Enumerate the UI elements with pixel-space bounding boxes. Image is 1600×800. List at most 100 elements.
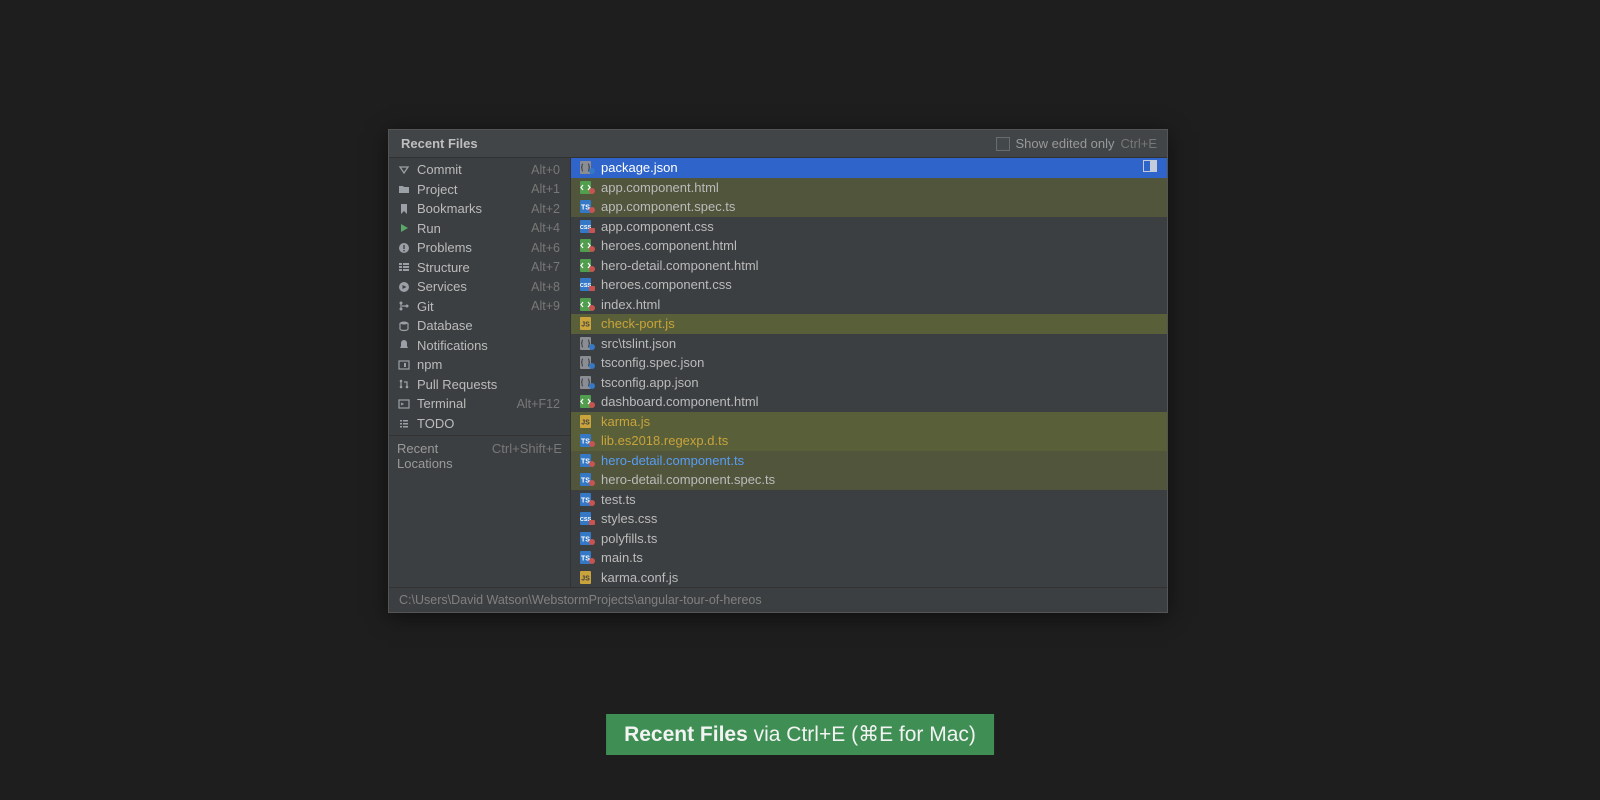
- tool-item-structure[interactable]: StructureAlt+7: [389, 258, 570, 278]
- dialog-body: CommitAlt+0ProjectAlt+1BookmarksAlt+2Run…: [389, 158, 1167, 587]
- database-icon: [397, 319, 411, 333]
- npm-icon: [397, 358, 411, 372]
- tool-item-todo[interactable]: TODO: [389, 414, 570, 434]
- html-file-icon: [579, 180, 595, 194]
- tool-item-problems[interactable]: ProblemsAlt+6: [389, 238, 570, 258]
- split-right-icon[interactable]: [1143, 160, 1157, 175]
- tool-shortcut: Alt+4: [531, 221, 560, 235]
- pullreq-icon: [397, 377, 411, 391]
- file-name: polyfills.ts: [601, 531, 657, 546]
- show-edited-only-checkbox[interactable]: [996, 137, 1010, 151]
- css-file-icon: CSS: [579, 278, 595, 292]
- html-file-icon: [579, 297, 595, 311]
- file-item[interactable]: TStest.ts: [571, 490, 1167, 510]
- recent-files-dialog: Recent Files Show edited only Ctrl+E Com…: [388, 129, 1168, 613]
- problems-icon: [397, 241, 411, 255]
- recent-files-list: package.json app.component.html TS app.comp…: [571, 158, 1167, 587]
- file-name: app.component.spec.ts: [601, 199, 735, 214]
- recent-locations[interactable]: Recent LocationsCtrl+Shift+E: [389, 435, 570, 476]
- tool-shortcut: Alt+1: [531, 182, 560, 196]
- file-name: lib.es2018.regexp.d.ts: [601, 433, 728, 448]
- file-item[interactable]: hero-detail.component.html: [571, 256, 1167, 276]
- show-edited-only-shortcut: Ctrl+E: [1121, 136, 1157, 151]
- file-name: src\tslint.json: [601, 336, 676, 351]
- terminal-icon: [397, 397, 411, 411]
- tool-item-services[interactable]: ServicesAlt+8: [389, 277, 570, 297]
- file-item[interactable]: TS app.component.spec.ts: [571, 197, 1167, 217]
- file-item[interactable]: TS polyfills.ts: [571, 529, 1167, 549]
- ts-file-icon: TS: [579, 531, 595, 545]
- notify-icon: [397, 338, 411, 352]
- json-file-icon: [579, 375, 595, 389]
- html-file-icon: [579, 395, 595, 409]
- tool-label: npm: [417, 357, 560, 372]
- file-item[interactable]: src\tslint.json: [571, 334, 1167, 354]
- recent-locations-shortcut: Ctrl+Shift+E: [492, 441, 562, 471]
- file-item[interactable]: CSSapp.component.css: [571, 217, 1167, 237]
- js-file-icon: JS: [579, 317, 595, 331]
- tool-shortcut: Alt+2: [531, 202, 560, 216]
- bookmark-icon: [397, 202, 411, 216]
- tool-item-pull-requests[interactable]: Pull Requests: [389, 375, 570, 395]
- footer-path: C:\Users\David Watson\WebstormProjects\a…: [399, 593, 762, 607]
- ts-file-icon: TS: [579, 200, 595, 214]
- tool-item-commit[interactable]: CommitAlt+0: [389, 160, 570, 180]
- json-file-icon: [579, 356, 595, 370]
- file-item[interactable]: TSlib.es2018.regexp.d.ts: [571, 431, 1167, 451]
- ts-file-icon: TS: [579, 551, 595, 565]
- file-name: styles.css: [601, 511, 657, 526]
- file-item[interactable]: app.component.html: [571, 178, 1167, 198]
- file-item[interactable]: heroes.component.html: [571, 236, 1167, 256]
- tool-item-bookmarks[interactable]: BookmarksAlt+2: [389, 199, 570, 219]
- file-name: karma.conf.js: [601, 570, 678, 585]
- file-name: package.json: [601, 160, 678, 175]
- file-item[interactable]: JScheck-port.js: [571, 314, 1167, 334]
- file-item[interactable]: JSkarma.conf.js: [571, 568, 1167, 588]
- file-name: hero-detail.component.ts: [601, 453, 744, 468]
- file-item[interactable]: TShero-detail.component.spec.ts: [571, 470, 1167, 490]
- js-file-icon: JS: [579, 414, 595, 428]
- tool-label: Problems: [417, 240, 531, 255]
- ts-file-icon: TS: [579, 453, 595, 467]
- file-item[interactable]: CSS styles.css: [571, 509, 1167, 529]
- file-item[interactable]: CSS heroes.component.css: [571, 275, 1167, 295]
- file-item[interactable]: index.html: [571, 295, 1167, 315]
- tool-label: TODO: [417, 416, 560, 431]
- tool-item-git[interactable]: GitAlt+9: [389, 297, 570, 317]
- file-name: heroes.component.html: [601, 238, 737, 253]
- file-name: app.component.html: [601, 180, 719, 195]
- file-name: heroes.component.css: [601, 277, 732, 292]
- caption-rest: via Ctrl+E (⌘E for Mac): [748, 723, 976, 746]
- caption-bold: Recent Files: [624, 723, 748, 746]
- header-right: Show edited only Ctrl+E: [996, 136, 1158, 151]
- services-icon: [397, 280, 411, 294]
- file-item[interactable]: JSkarma.js: [571, 412, 1167, 432]
- html-file-icon: [579, 258, 595, 272]
- show-edited-only-label[interactable]: Show edited only: [1016, 136, 1115, 151]
- svg-text:TS: TS: [581, 205, 590, 212]
- file-item[interactable]: tsconfig.spec.json: [571, 353, 1167, 373]
- recent-locations-label: Recent Locations: [397, 441, 492, 471]
- dialog-title: Recent Files: [401, 136, 478, 151]
- tool-item-run[interactable]: RunAlt+4: [389, 219, 570, 239]
- file-item[interactable]: dashboard.component.html: [571, 392, 1167, 412]
- tool-item-terminal[interactable]: TerminalAlt+F12: [389, 394, 570, 414]
- file-item[interactable]: TS hero-detail.component.ts: [571, 451, 1167, 471]
- css-file-icon: CSS: [579, 512, 595, 526]
- tool-item-database[interactable]: Database: [389, 316, 570, 336]
- file-name: tsconfig.spec.json: [601, 355, 704, 370]
- svg-text:JS: JS: [581, 419, 590, 426]
- caption-banner: Recent Files via Ctrl+E (⌘E for Mac): [606, 714, 994, 755]
- tool-shortcut: Alt+0: [531, 163, 560, 177]
- file-item[interactable]: tsconfig.app.json: [571, 373, 1167, 393]
- tool-item-project[interactable]: ProjectAlt+1: [389, 180, 570, 200]
- dialog-header: Recent Files Show edited only Ctrl+E: [389, 130, 1167, 158]
- file-name: app.component.css: [601, 219, 714, 234]
- svg-text:TS: TS: [581, 536, 590, 543]
- tool-label: Project: [417, 182, 531, 197]
- file-item[interactable]: TSmain.ts: [571, 548, 1167, 568]
- tool-item-notifications[interactable]: Notifications: [389, 336, 570, 356]
- tool-label: Bookmarks: [417, 201, 531, 216]
- file-item[interactable]: package.json: [571, 158, 1167, 178]
- tool-item-npm[interactable]: npm: [389, 355, 570, 375]
